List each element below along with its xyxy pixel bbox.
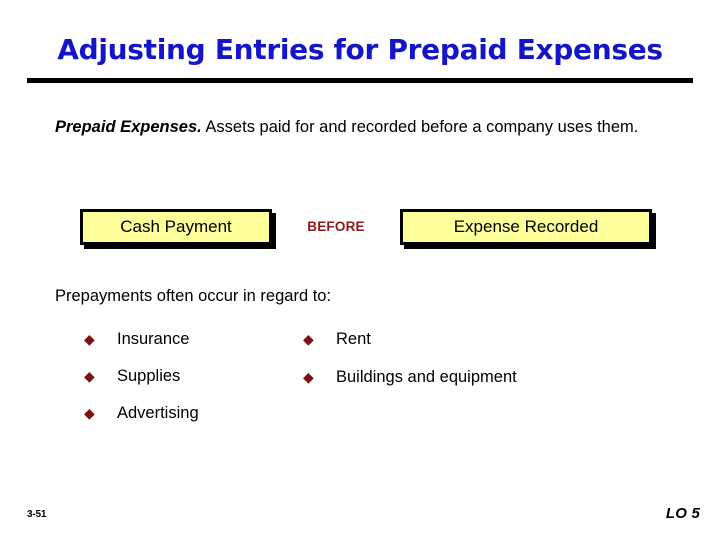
diamond-bullet-icon: ◆ <box>303 331 314 347</box>
definition-term: Prepaid Expenses. <box>55 118 202 136</box>
slide-root: Adjusting Entries for Prepaid Expenses P… <box>0 0 720 540</box>
timing-flow-diagram: Cash Payment BEFORE Expense Recorded <box>0 206 720 254</box>
list-item: ◆ Supplies <box>84 367 199 404</box>
list-item: ◆ Rent <box>303 330 517 368</box>
diamond-bullet-icon: ◆ <box>84 368 95 384</box>
list-item-label: Supplies <box>117 367 181 385</box>
title-divider <box>27 78 693 83</box>
flow-box-expense-recorded: Expense Recorded <box>400 209 652 245</box>
list-item-label: Advertising <box>117 404 199 422</box>
bullet-column-left: ◆ Insurance ◆ Supplies ◆ Advertising <box>84 330 199 441</box>
list-item: ◆ Insurance <box>84 330 199 367</box>
learning-objective-badge: LO 5 <box>665 505 700 522</box>
flow-connector-before-label: BEFORE <box>307 219 365 234</box>
flow-box-cash-payment: Cash Payment <box>80 209 272 245</box>
diamond-bullet-icon: ◆ <box>303 369 314 385</box>
bullet-column-right: ◆ Rent ◆ Buildings and equipment <box>303 330 517 406</box>
list-item: ◆ Advertising <box>84 404 199 441</box>
page-title: Adjusting Entries for Prepaid Expenses <box>57 33 663 66</box>
list-item: ◆ Buildings and equipment <box>303 368 517 406</box>
slide-number: 3-51 <box>27 509 47 520</box>
diamond-bullet-icon: ◆ <box>84 331 95 347</box>
list-item-label: Buildings and equipment <box>336 368 517 386</box>
definition-text: Assets paid for and recorded before a co… <box>201 118 639 136</box>
prepayments-intro-text: Prepayments often occur in regard to: <box>55 287 332 305</box>
diamond-bullet-icon: ◆ <box>84 405 95 421</box>
list-item-label: Insurance <box>117 330 190 348</box>
definition-paragraph: Prepaid Expenses. Assets paid for and re… <box>55 114 660 141</box>
list-item-label: Rent <box>336 330 371 348</box>
